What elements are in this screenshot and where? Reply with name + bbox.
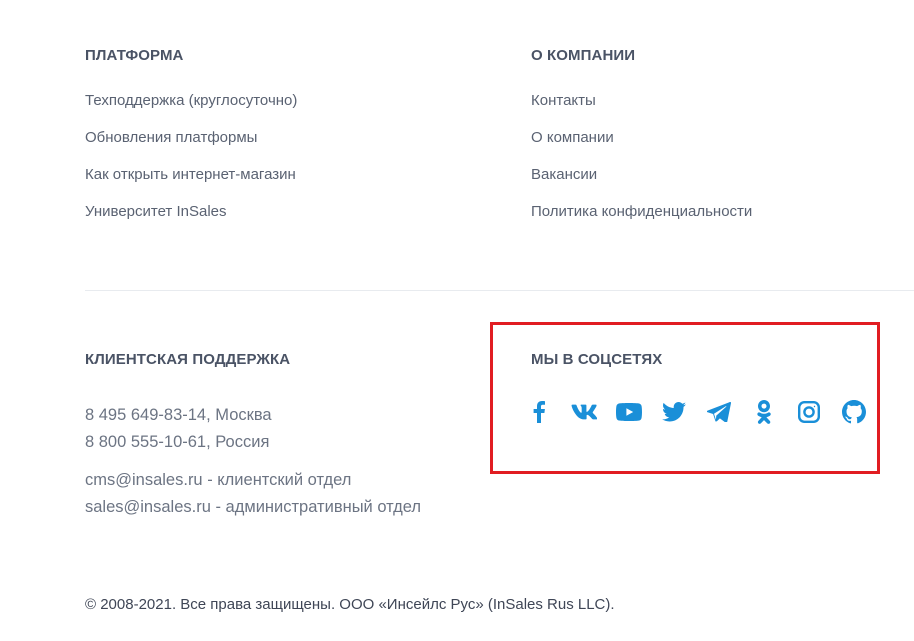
phone-russia[interactable]: 8 800 555-10-61, Россия	[85, 429, 272, 456]
link-vacancies[interactable]: Вакансии	[531, 166, 597, 183]
phone-moscow[interactable]: 8 495 649-83-14, Москва	[85, 402, 272, 429]
copyright-text: © 2008-2021. Все права защищены. ООО «Ин…	[85, 596, 615, 613]
social-icons	[526, 399, 886, 425]
social-highlight-box	[490, 322, 880, 474]
list-item: О компании	[531, 128, 752, 165]
link-support[interactable]: Техподдержка (круглосуточно)	[85, 92, 297, 109]
email-client-department[interactable]: cms@insales.ru - клиентский отдел	[85, 467, 421, 494]
list-item: Техподдержка (круглосуточно)	[85, 91, 297, 128]
email-admin-department[interactable]: sales@insales.ru - административный отде…	[85, 494, 421, 521]
list-item: Контакты	[531, 91, 752, 128]
telegram-icon[interactable]	[706, 399, 732, 425]
twitter-icon[interactable]	[661, 399, 687, 425]
support-heading: КЛИЕНТСКАЯ ПОДДЕРЖКА	[85, 351, 291, 368]
list-item: Политика конфиденциальности	[531, 202, 752, 239]
instagram-icon[interactable]	[796, 399, 822, 425]
platform-heading: ПЛАТФОРМА	[85, 47, 184, 64]
list-item: Университет InSales	[85, 202, 297, 239]
footer-divider	[85, 290, 914, 291]
list-item: Как открыть интернет-магазин	[85, 165, 297, 202]
link-privacy-policy[interactable]: Политика конфиденциальности	[531, 203, 752, 220]
company-links: Контакты О компании Вакансии Политика ко…	[531, 91, 752, 239]
link-university[interactable]: Университет InSales	[85, 203, 227, 220]
link-platform-updates[interactable]: Обновления платформы	[85, 129, 257, 146]
support-emails: cms@insales.ru - клиентский отдел sales@…	[85, 467, 421, 521]
facebook-icon[interactable]	[526, 399, 552, 425]
social-heading: МЫ В СОЦСЕТЯХ	[531, 351, 663, 368]
site-footer: ПЛАТФОРМА Техподдержка (круглосуточно) О…	[0, 0, 914, 641]
vk-icon[interactable]	[571, 399, 597, 425]
list-item: Обновления платформы	[85, 128, 297, 165]
list-item: Вакансии	[531, 165, 752, 202]
link-open-store[interactable]: Как открыть интернет-магазин	[85, 166, 296, 183]
odnoklassniki-icon[interactable]	[751, 399, 777, 425]
link-contacts[interactable]: Контакты	[531, 92, 596, 109]
company-heading: О КОМПАНИИ	[531, 47, 636, 64]
link-about[interactable]: О компании	[531, 129, 614, 146]
github-icon[interactable]	[841, 399, 867, 425]
platform-links: Техподдержка (круглосуточно) Обновления …	[85, 91, 297, 239]
youtube-icon[interactable]	[616, 399, 642, 425]
support-phones: 8 495 649-83-14, Москва 8 800 555-10-61,…	[85, 402, 272, 456]
